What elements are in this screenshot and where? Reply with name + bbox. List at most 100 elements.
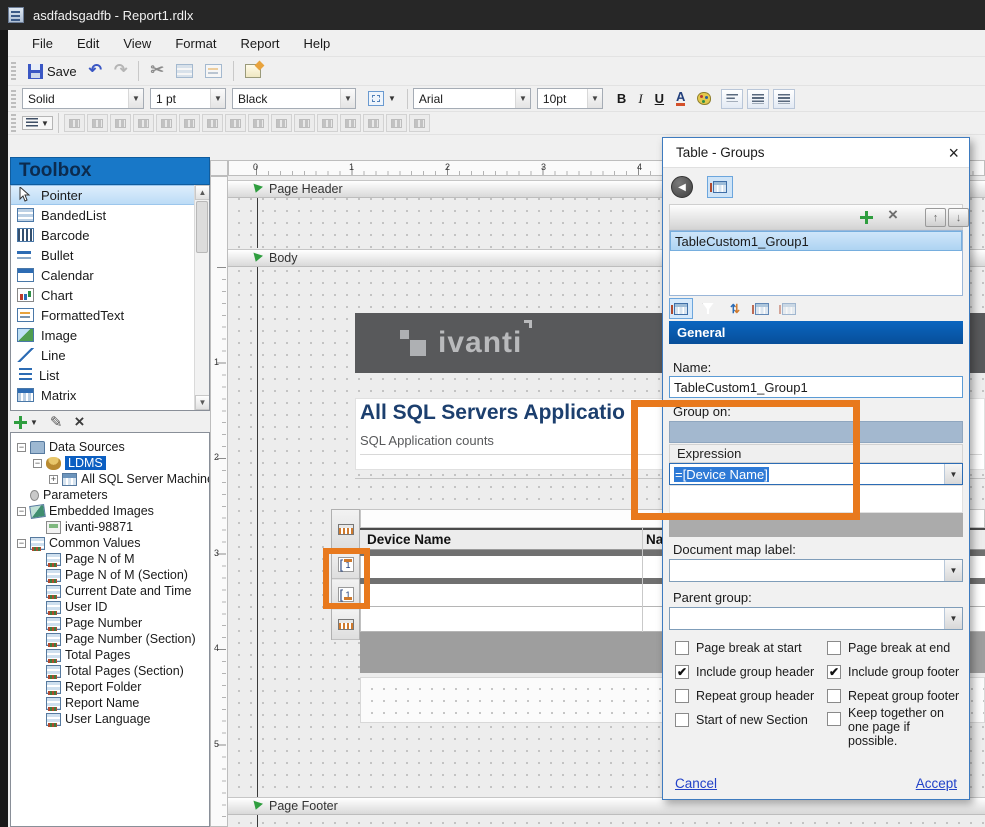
detail-row-handle[interactable]: [332, 610, 359, 640]
scroll-down-icon[interactable]: ▼: [195, 395, 210, 410]
toolbar-grip[interactable]: [11, 90, 16, 108]
center-vertical-button[interactable]: [363, 114, 384, 132]
expand-icon[interactable]: +: [49, 475, 58, 484]
checkbox-icon[interactable]: ✔: [827, 665, 841, 679]
checkbox-include-group-footer[interactable]: ✔Include group footer: [827, 665, 959, 679]
tree-item-report-folder[interactable]: Report Folder: [11, 679, 209, 695]
increase-h-space-button[interactable]: [294, 114, 315, 132]
add-datasource-button[interactable]: ▼: [14, 416, 38, 429]
column-header-device-name[interactable]: Device Name: [360, 532, 451, 547]
tree-item-common-values[interactable]: −Common Values: [11, 535, 209, 551]
table-header-row-handle[interactable]: [332, 510, 359, 549]
underline-button[interactable]: U: [649, 88, 670, 109]
column-divider[interactable]: [642, 528, 643, 632]
checkbox-icon[interactable]: [675, 689, 689, 703]
menu-help[interactable]: Help: [292, 32, 343, 55]
collapse-icon[interactable]: −: [17, 443, 26, 452]
title-bar[interactable]: asdfadsgadfb - Report1.rdlx: [0, 0, 985, 30]
data-output-tab[interactable]: [777, 298, 801, 319]
toolbox-item-pointer[interactable]: Pointer: [11, 185, 209, 205]
tree-item-page-n-of-m[interactable]: Page N of M: [11, 551, 209, 567]
tree-item-page-number[interactable]: Page Number: [11, 615, 209, 631]
tree-item-total-pages[interactable]: Total Pages: [11, 647, 209, 663]
checkbox-page-break-at-end[interactable]: Page break at end: [827, 641, 950, 655]
increase-v-space-button[interactable]: [317, 114, 338, 132]
move-down-button[interactable]: ↓: [948, 208, 969, 227]
checkbox-page-break-at-start[interactable]: Page break at start: [675, 641, 802, 655]
toolbar-grip[interactable]: [11, 114, 16, 132]
size-same-height-button[interactable]: [179, 114, 200, 132]
checkbox-icon[interactable]: [675, 713, 689, 727]
paste-button[interactable]: [199, 61, 228, 81]
checkbox-start-of-new-section[interactable]: Start of new Section: [675, 713, 808, 727]
space-down-button[interactable]: [271, 114, 292, 132]
border-color-select[interactable]: Black▼: [232, 88, 356, 109]
toolbox-item-list[interactable]: List: [11, 365, 209, 385]
groups-page-button[interactable]: [707, 176, 733, 198]
report-title-text[interactable]: All SQL Servers Applicatio: [360, 401, 625, 425]
tree-item-ldms[interactable]: −LDMS: [11, 455, 209, 471]
collapse-icon[interactable]: −: [33, 459, 42, 468]
tree-item-user-language[interactable]: User Language: [11, 711, 209, 727]
tree-item-page-number-section[interactable]: Page Number (Section): [11, 631, 209, 647]
bold-button[interactable]: B: [611, 88, 632, 109]
tree-item-embedded-images[interactable]: −Embedded Images: [11, 503, 209, 519]
filter-tab[interactable]: [696, 298, 720, 319]
group-list-item[interactable]: TableCustom1_Group1: [670, 231, 962, 251]
collapse-icon[interactable]: −: [17, 539, 26, 548]
menu-view[interactable]: View: [111, 32, 163, 55]
menu-report[interactable]: Report: [228, 32, 291, 55]
checkbox-icon[interactable]: ✔: [675, 665, 689, 679]
copy-button[interactable]: [170, 61, 199, 81]
chevron-down-icon[interactable]: ▼: [944, 560, 962, 581]
space-across-button[interactable]: [248, 114, 269, 132]
edit-button[interactable]: ✎: [50, 413, 63, 431]
document-map-combo[interactable]: ▼: [669, 559, 963, 582]
toolbox-scrollbar[interactable]: ▲ ▼: [194, 185, 209, 410]
center-horizontal-button[interactable]: [340, 114, 361, 132]
bring-to-front-button[interactable]: [386, 114, 407, 132]
close-icon[interactable]: ×: [948, 145, 959, 161]
tree-item-current-date-and-time[interactable]: Current Date and Time: [11, 583, 209, 599]
tree-item-parameters[interactable]: Parameters: [11, 487, 209, 503]
fill-color-button[interactable]: [691, 89, 717, 108]
checkbox-repeat-group-footer[interactable]: Repeat group footer: [827, 689, 959, 703]
collapse-section-icon[interactable]: [251, 801, 263, 812]
general-tab[interactable]: [669, 298, 693, 319]
tree-item-total-pages-section[interactable]: Total Pages (Section): [11, 663, 209, 679]
undo-button[interactable]: ↶: [83, 61, 108, 81]
align-middles-button[interactable]: [133, 114, 154, 132]
group-name-input[interactable]: TableCustom1_Group1: [669, 376, 963, 398]
collapse-section-icon[interactable]: [251, 253, 263, 264]
checkbox-keep-together[interactable]: Keep together on one page if possible.: [827, 706, 959, 748]
align-centers-button[interactable]: [110, 114, 131, 132]
save-button[interactable]: Save: [22, 61, 83, 82]
cut-button[interactable]: ✂: [144, 61, 169, 81]
toolbox-item-chart[interactable]: Chart: [11, 285, 209, 305]
tree-item-data-sources[interactable]: −Data Sources: [11, 439, 209, 455]
toolbar-grip[interactable]: [11, 62, 16, 80]
scroll-up-icon[interactable]: ▲: [195, 185, 210, 200]
align-left-button[interactable]: [721, 89, 743, 109]
delete-button[interactable]: ×: [75, 415, 85, 429]
checkbox-icon[interactable]: [827, 712, 841, 726]
size-same-width-button[interactable]: [156, 114, 177, 132]
scrollbar-thumb[interactable]: [196, 201, 208, 253]
tree-item-user-id[interactable]: User ID: [11, 599, 209, 615]
add-group-button[interactable]: [860, 211, 873, 224]
collapse-section-icon[interactable]: [251, 184, 263, 195]
checkbox-include-group-header[interactable]: ✔Include group header: [675, 665, 814, 679]
checkbox-icon[interactable]: [827, 689, 841, 703]
sort-tab[interactable]: ⇅: [723, 298, 747, 319]
font-size-select[interactable]: 10pt▼: [537, 88, 603, 109]
tree-item-ivanti-98871[interactable]: ivanti-98871: [11, 519, 209, 535]
move-up-button[interactable]: ↑: [925, 208, 946, 227]
menu-edit[interactable]: Edit: [65, 32, 111, 55]
align-right-button[interactable]: [773, 89, 795, 109]
italic-button[interactable]: I: [632, 88, 648, 110]
toolbox-item-bullet[interactable]: Bullet: [11, 245, 209, 265]
back-button[interactable]: ◀: [671, 176, 693, 198]
dialog-title-bar[interactable]: Table - Groups ×: [663, 138, 969, 168]
font-family-select[interactable]: Arial▼: [413, 88, 531, 109]
parent-group-combo[interactable]: ▼: [669, 607, 963, 630]
